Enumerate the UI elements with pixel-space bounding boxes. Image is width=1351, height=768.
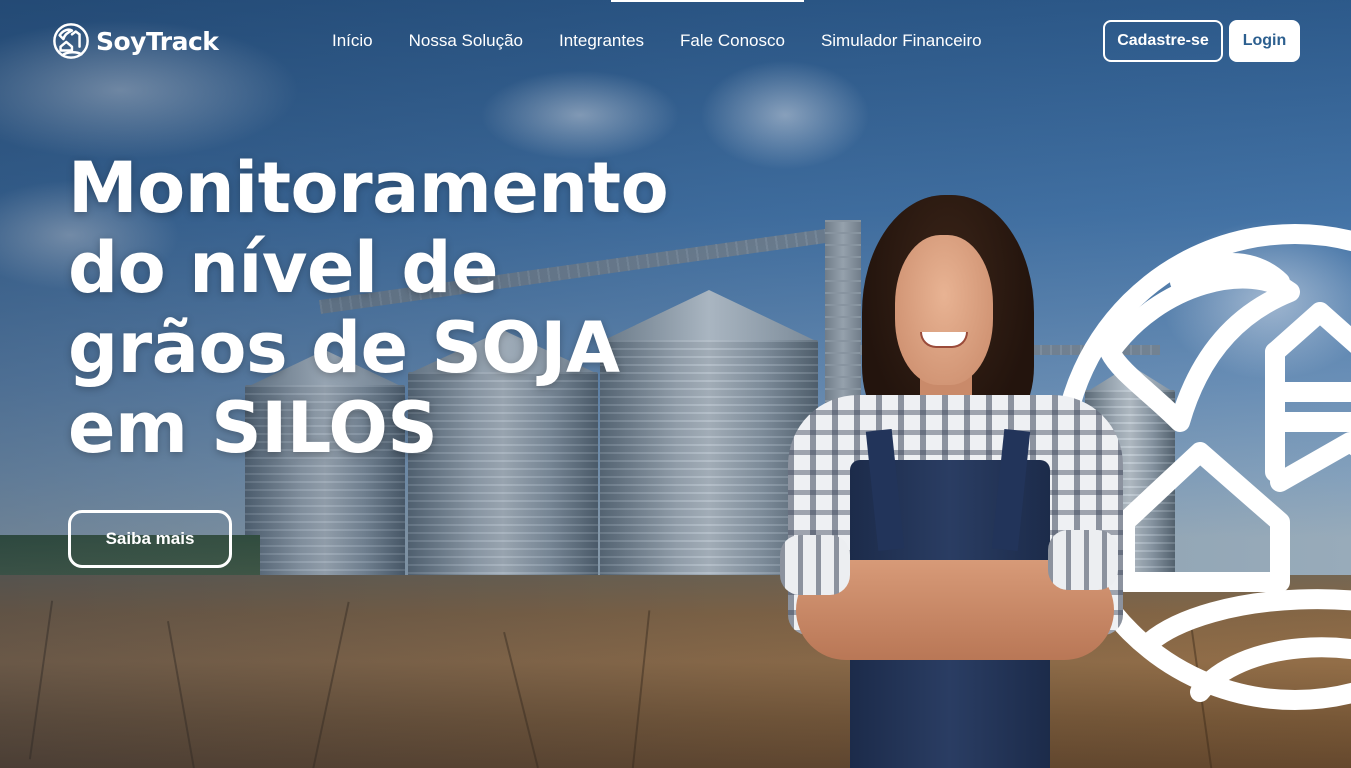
active-nav-indicator [611,0,804,2]
hero-headline: Monitoramento do nível de grãos de SOJA … [68,148,768,468]
headline-line: Monitoramento [68,147,669,229]
brand-name: SoyTrack [96,26,219,56]
headline-line: grãos de SOJA [68,307,620,389]
nav-item-inicio[interactable]: Início [314,30,391,52]
learn-more-button[interactable]: Saiba mais [68,510,232,568]
site-header: SoyTrack Início Nossa Solução Integrante… [0,0,1351,84]
nav-item-fale-conosco[interactable]: Fale Conosco [662,30,803,52]
headline-line: em SILOS [68,387,438,469]
farmer-woman-photo [780,195,1125,768]
nav-item-nossa-solucao[interactable]: Nossa Solução [391,30,541,52]
main-nav: Início Nossa Solução Integrantes Fale Co… [314,30,1000,52]
brand-logo[interactable]: SoyTrack [52,22,219,60]
login-button[interactable]: Login [1229,20,1300,62]
nav-item-simulador-financeiro[interactable]: Simulador Financeiro [803,30,1000,52]
farm-globe-icon [53,23,89,59]
signup-button[interactable]: Cadastre-se [1103,20,1223,62]
headline-line: do nível de [68,227,498,309]
nav-item-integrantes[interactable]: Integrantes [541,30,662,52]
